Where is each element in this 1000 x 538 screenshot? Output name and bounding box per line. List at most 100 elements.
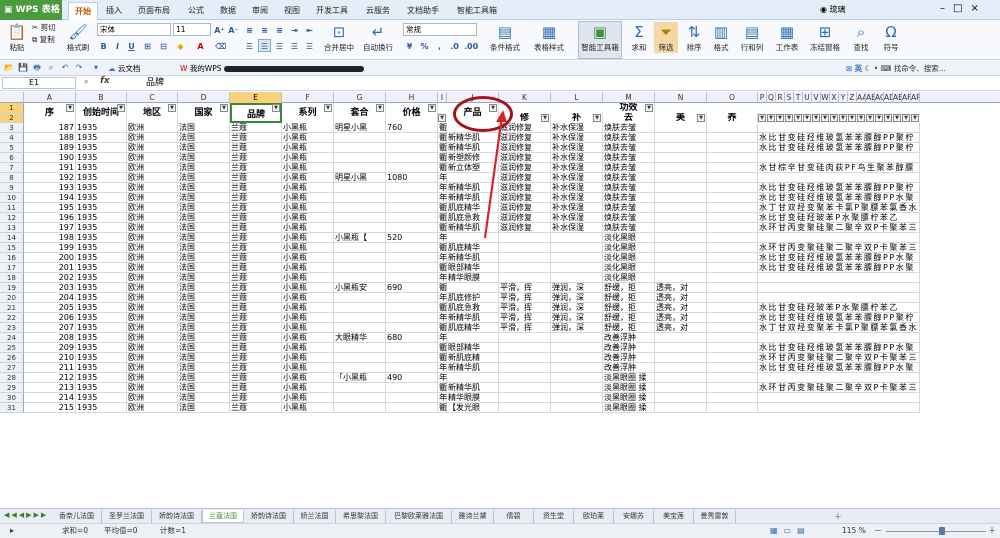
cell[interactable]: 精华眼膜 <box>447 273 499 283</box>
cell[interactable]: 欧洲 <box>127 363 178 373</box>
cell[interactable]: 1935 <box>76 213 127 223</box>
row-col-button[interactable]: ▤ 行和列 <box>737 22 767 53</box>
cell[interactable]: 新精华肌 <box>447 253 499 263</box>
cell[interactable]: 兰蔻 <box>230 213 282 223</box>
cell[interactable]: 肌底修护 <box>447 293 499 303</box>
sheet-tab[interactable]: 兰蔻法国 <box>202 510 244 523</box>
cell[interactable]: 法国 <box>178 283 230 293</box>
ingredient-list[interactable]: 水 比 甘 变 硅 羟 维 玻 氢 苯 苯 膘 醇 P P 水 聚 <box>758 343 920 353</box>
cell[interactable]: 小黑瓶 <box>282 363 334 373</box>
cell[interactable] <box>334 293 386 303</box>
cell[interactable]: 大眼精华 <box>334 333 386 343</box>
bold-icon[interactable]: B <box>97 39 110 52</box>
filter-dropdown-icon[interactable]: ▼ <box>645 104 653 112</box>
menu-tab[interactable]: 文档助手 <box>401 2 445 20</box>
cell[interactable]: 欧洲 <box>127 293 178 303</box>
column-header-p[interactable]: P <box>758 92 767 103</box>
cell[interactable] <box>707 183 758 193</box>
row-header[interactable]: 12 <box>0 213 24 223</box>
cell[interactable] <box>334 193 386 203</box>
sheet-tab[interactable]: 娇韵诗法国 <box>244 510 294 523</box>
ingredient-list[interactable] <box>758 233 920 243</box>
column-header-z[interactable]: Z <box>848 92 857 103</box>
cell[interactable] <box>334 213 386 223</box>
cell[interactable]: 欧洲 <box>127 233 178 243</box>
name-box[interactable]: E1 <box>2 77 76 89</box>
row-header[interactable]: 20 <box>0 293 24 303</box>
decrease-font-icon[interactable]: A⁻ <box>227 23 240 36</box>
table-style-button[interactable]: ▦ 表格样式 <box>528 22 570 53</box>
cell[interactable]: 衢 <box>438 203 447 213</box>
cell[interactable]: 年 <box>438 273 447 283</box>
cell[interactable]: 小黑瓶 <box>282 153 334 163</box>
cell[interactable]: 小黑瓶 <box>282 293 334 303</box>
row-header[interactable]: 30 <box>0 393 24 403</box>
cell[interactable]: 187 <box>24 123 76 133</box>
cell[interactable]: 平滑，挥 <box>499 293 551 303</box>
cell[interactable]: 舒缓，拒 <box>603 323 655 333</box>
cell[interactable]: 兰蔻 <box>230 403 282 413</box>
cell[interactable]: 1935 <box>76 133 127 143</box>
cell[interactable]: 兰蔻 <box>230 163 282 173</box>
cell[interactable]: 兰蔻 <box>230 353 282 363</box>
ingredient-list[interactable] <box>758 333 920 343</box>
cell[interactable]: 衢 <box>438 353 447 363</box>
copy-button[interactable]: ⧉ 复制 <box>32 35 60 45</box>
cell[interactable]: 衢 <box>438 263 447 273</box>
input-mode[interactable]: 英 <box>855 64 863 73</box>
cell[interactable]: 小黑瓶 <box>282 123 334 133</box>
cell[interactable]: 195 <box>24 203 76 213</box>
cell[interactable] <box>334 223 386 233</box>
cell[interactable]: 焕肤去皱 <box>603 183 655 193</box>
cell[interactable]: 【发光眼 <box>447 403 499 413</box>
filter-dropdown-icon[interactable]: ▼ <box>839 114 847 122</box>
menu-tab[interactable]: 开始 <box>68 2 98 20</box>
cell[interactable]: 小黑瓶 <box>282 133 334 143</box>
cell[interactable]: 189 <box>24 143 76 153</box>
filter-dropdown-icon[interactable]: ▼ <box>857 114 865 122</box>
cell[interactable]: 焕肤去皱 <box>603 193 655 203</box>
filter-dropdown-icon[interactable]: ▼ <box>758 114 766 122</box>
cell[interactable] <box>334 313 386 323</box>
cell[interactable]: 小黑瓶安 <box>334 283 386 293</box>
cell[interactable]: 198 <box>24 233 76 243</box>
row-header[interactable]: 28 <box>0 373 24 383</box>
cell[interactable]: 法国 <box>178 373 230 383</box>
cell[interactable]: 法国 <box>178 133 230 143</box>
cell[interactable]: 焕肤去皱 <box>603 133 655 143</box>
row-header[interactable]: 3 <box>0 123 24 133</box>
cell[interactable]: 法国 <box>178 213 230 223</box>
cell[interactable]: 法国 <box>178 353 230 363</box>
column-header-f[interactable]: F <box>282 92 334 103</box>
cell[interactable]: 改善浮肿 <box>603 363 655 373</box>
cell[interactable]: 弹润，深 <box>551 303 603 313</box>
cell[interactable]: 1935 <box>76 223 127 233</box>
command-search[interactable]: 找命令、搜索... <box>894 64 946 73</box>
cell[interactable] <box>707 143 758 153</box>
cell[interactable]: 淡化黑眼 <box>603 273 655 283</box>
cell[interactable]: 法国 <box>178 243 230 253</box>
cell[interactable] <box>655 373 707 383</box>
cell[interactable]: 1935 <box>76 253 127 263</box>
row-header[interactable]: 25 <box>0 343 24 353</box>
cell[interactable]: 法国 <box>178 303 230 313</box>
column-header-b[interactable]: B <box>76 92 127 103</box>
sheet-tab[interactable]: 雅诗兰黛 <box>452 510 494 523</box>
cell[interactable] <box>334 203 386 213</box>
cell[interactable]: 欧洲 <box>127 133 178 143</box>
symbol-button[interactable]: Ω 符号 <box>878 22 904 53</box>
cell[interactable]: 法国 <box>178 313 230 323</box>
cell[interactable] <box>707 373 758 383</box>
cell[interactable] <box>334 263 386 273</box>
cell[interactable]: 欧洲 <box>127 253 178 263</box>
cell[interactable] <box>334 133 386 143</box>
cell[interactable]: 年 <box>438 363 447 373</box>
cell[interactable] <box>386 343 438 353</box>
cell[interactable]: 年 <box>438 193 447 203</box>
cell[interactable]: 小黑瓶 <box>282 143 334 153</box>
cell[interactable]: 1935 <box>76 233 127 243</box>
ingredient-list[interactable]: 水 比 甘 变 硅 羟 维 玻 氢 苯 苯 膘 醇 P P 聚 柠 <box>758 313 920 323</box>
cell[interactable]: 1935 <box>76 153 127 163</box>
add-sheet-icon[interactable]: ＋ <box>834 511 842 522</box>
cell[interactable]: 补水保湿 <box>551 153 603 163</box>
